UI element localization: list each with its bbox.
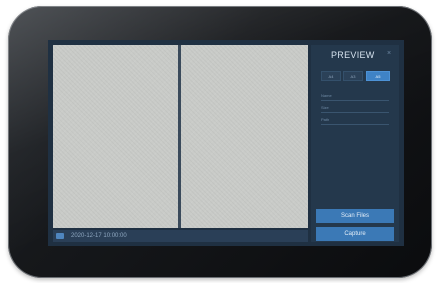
tablet-screen: 2020-12-17 10:00:00 PREVIEW × A4 A3 A5 N… — [48, 40, 404, 246]
document-viewer — [53, 45, 308, 228]
close-icon[interactable]: × — [387, 50, 391, 57]
field-label-size: Size — [321, 105, 329, 110]
field-label-path: Path — [321, 117, 330, 122]
panel-title: PREVIEW — [331, 50, 375, 60]
scan-files-button[interactable]: Scan Files — [316, 209, 394, 223]
status-bar: 2020-12-17 10:00:00 — [53, 230, 308, 242]
field-line — [321, 100, 389, 101]
segment-a4[interactable]: A4 — [321, 71, 341, 81]
status-icon — [56, 233, 64, 239]
scanned-page-left — [53, 45, 178, 228]
capture-button[interactable]: Capture — [316, 227, 394, 241]
scanned-page-right — [181, 45, 308, 228]
segment-a5[interactable]: A5 — [366, 71, 390, 81]
status-text: 2020-12-17 10:00:00 — [71, 233, 127, 239]
segment-a3[interactable]: A3 — [343, 71, 363, 81]
field-line — [321, 124, 389, 125]
field-label-name: Name — [321, 93, 332, 98]
preview-panel: PREVIEW × A4 A3 A5 Name Size Path Scan F… — [311, 45, 399, 242]
field-line — [321, 112, 389, 113]
